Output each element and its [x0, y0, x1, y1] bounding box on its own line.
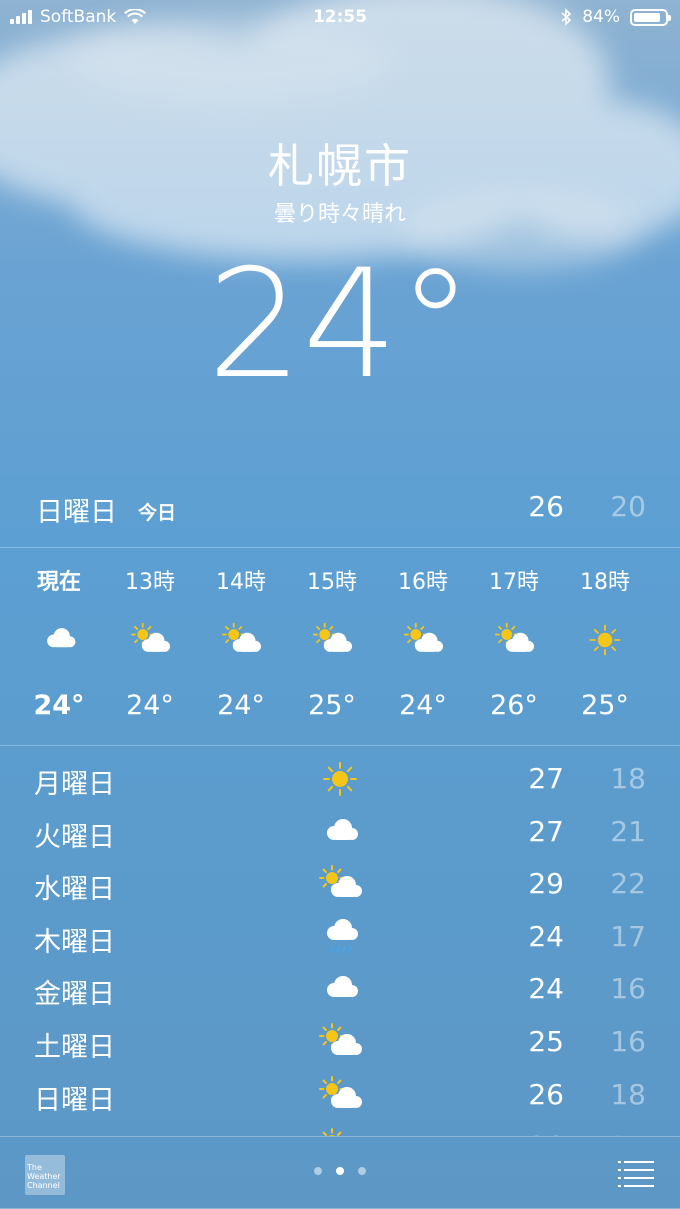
hour-temperature: 24° [33, 690, 85, 721]
hour-temperature: 24° [399, 690, 447, 721]
hour-label: 15時 [307, 570, 357, 595]
daily-low: 18 [610, 762, 646, 795]
daily-low: 17 [610, 919, 646, 953]
partly-cloudy-icon [403, 620, 443, 660]
current-temperature: 24° [207, 238, 473, 412]
hour-label: 13時 [125, 570, 175, 595]
cloud-icon [318, 969, 362, 1009]
battery-percent: 84% [582, 7, 620, 27]
hour-label: 14時 [216, 570, 266, 595]
daily-low: 21 [610, 814, 646, 848]
sun-icon [318, 759, 362, 799]
hour-label: 18時 [580, 570, 630, 595]
daily-row: 水曜日 29 22 [0, 857, 680, 909]
hour-label: 現在 [36, 570, 81, 595]
daily-low: 18 [610, 1077, 646, 1111]
daily-day: 木曜日 [34, 926, 115, 958]
cloud-icon [318, 812, 362, 852]
sun-icon [585, 620, 625, 660]
partly-cloudy-icon [130, 620, 170, 660]
hour-temperature: 24° [126, 690, 174, 721]
condition-text: 曇り時々晴れ [273, 202, 406, 227]
daily-row: 日曜日 26 18 [0, 1068, 680, 1120]
daily-row: 金曜日 24 16 [0, 962, 680, 1014]
daily-high: 24 [528, 919, 564, 953]
city-list-icon[interactable] [618, 1159, 654, 1187]
daily-high: 27 [528, 762, 564, 795]
daily-low: 22 [610, 867, 646, 901]
partly-cloudy-icon [318, 1127, 362, 1136]
page-indicator[interactable] [0, 1167, 680, 1175]
daily-low: 16 [610, 972, 646, 1006]
divider [0, 745, 680, 746]
today-high: 26 [528, 490, 564, 523]
daily-day: 土曜日 [34, 1032, 115, 1063]
hour-label: 16時 [398, 570, 448, 595]
daily-high: 25 [528, 1025, 564, 1058]
today-tag: 今日 [138, 502, 177, 524]
cloud-icon [39, 620, 79, 660]
daily-day: 金曜日 [34, 979, 115, 1011]
hour-label: 17時 [489, 570, 539, 595]
rain-icon [318, 917, 362, 957]
daily-row: 月曜日2621 [0, 1120, 680, 1136]
partly-cloudy-icon [221, 620, 261, 660]
daily-day: 水曜日 [34, 874, 115, 906]
hour-label: 1 [651, 564, 680, 589]
daily-high: 24 [528, 972, 564, 1006]
daily-high: 29 [528, 867, 564, 901]
daily-row: 木曜日 24 17 [0, 910, 680, 962]
daily-forecast[interactable]: 月曜日 27 18 火曜日 27 21 水曜日 29 22 木曜日 24 17 金曜日 24 16 土曜日 25… [0, 752, 680, 1136]
hour-temperature: 25° [581, 690, 629, 721]
city-name: 札幌市 [268, 139, 412, 193]
hour-temperature: 25° [308, 690, 356, 721]
today-summary: 日曜日 今日 26 20 [0, 488, 680, 534]
hour-temperature: 26° [490, 690, 538, 721]
page-dot[interactable] [314, 1167, 322, 1175]
partly-cloudy-icon [318, 1075, 362, 1115]
daily-low: 16 [610, 1025, 646, 1058]
bluetooth-icon [561, 8, 572, 26]
today-low: 20 [610, 490, 646, 523]
partly-cloudy-icon [318, 864, 362, 904]
daily-row: 土曜日 25 16 [0, 1015, 680, 1067]
battery-icon [630, 8, 671, 26]
page-dot[interactable] [358, 1167, 366, 1175]
hourly-forecast[interactable]: 現在 24° 13時 24° 14時 24° 15時 25° 16時 24° 17時 26° 18時 25… [0, 548, 680, 744]
daily-row: 月曜日 27 18 [0, 752, 680, 804]
partly-cloudy-icon [494, 620, 534, 660]
daily-day: 火曜日 [34, 821, 115, 853]
daily-high: 27 [528, 814, 564, 848]
hour-temperature: 日 [651, 690, 680, 729]
daily-row: 火曜日 27 21 [0, 805, 680, 857]
status-bar: SoftBank 12:55 84% [0, 0, 680, 36]
partly-cloudy-icon [312, 620, 352, 660]
page-dot[interactable] [336, 1167, 344, 1175]
daily-day: 日曜日 [34, 1084, 115, 1116]
daily-high: 26 [528, 1077, 564, 1111]
daily-day: 月曜日 [34, 769, 115, 800]
bottom-toolbar: The Weather Channel [0, 1136, 680, 1209]
today-day: 日曜日 [36, 497, 117, 528]
weather-channel-logo[interactable]: The Weather Channel [25, 1155, 65, 1195]
partly-cloudy-icon [318, 1022, 362, 1062]
hour-temperature: 24° [217, 690, 265, 721]
